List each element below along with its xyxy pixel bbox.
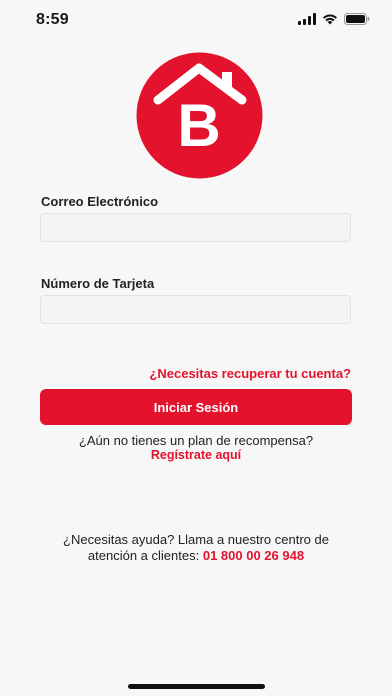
- status-bar: 8:59: [0, 0, 392, 40]
- logo-letter: B: [177, 92, 220, 159]
- card-number-field[interactable]: [40, 295, 351, 324]
- card-number-label: Número de Tarjeta: [41, 276, 155, 291]
- status-time: 8:59: [36, 11, 69, 28]
- home-indicator[interactable]: [128, 684, 265, 689]
- register-link[interactable]: Regístrate aquí: [0, 448, 392, 462]
- recover-account-link[interactable]: ¿Necesitas recuperar tu cuenta?: [149, 366, 351, 381]
- house-logo-icon: B: [136, 52, 263, 179]
- wifi-icon: [323, 14, 337, 25]
- battery-icon: [344, 13, 370, 25]
- brand-logo: B: [136, 52, 263, 179]
- help-line-2: atención a clientes:: [87, 548, 200, 563]
- help-line-1: ¿Necesitas ayuda? Llama a nuestro centro…: [63, 532, 329, 547]
- help-phone-link[interactable]: 01 800 00 26 948: [203, 548, 304, 563]
- status-icons: [298, 13, 370, 25]
- register-link-label[interactable]: Regístrate aquí: [151, 448, 241, 462]
- signal-icon: [298, 13, 316, 25]
- email-field[interactable]: [40, 213, 351, 242]
- help-text: ¿Necesitas ayuda? Llama a nuestro centro…: [0, 532, 392, 564]
- help-line-2-wrap: atención a clientes: 01 800 00 26 948: [0, 548, 392, 564]
- login-button[interactable]: Iniciar Sesión: [40, 389, 352, 425]
- no-plan-text: ¿Aún no tienes un plan de recompensa?: [78, 433, 314, 448]
- email-label: Correo Electrónico: [41, 194, 159, 209]
